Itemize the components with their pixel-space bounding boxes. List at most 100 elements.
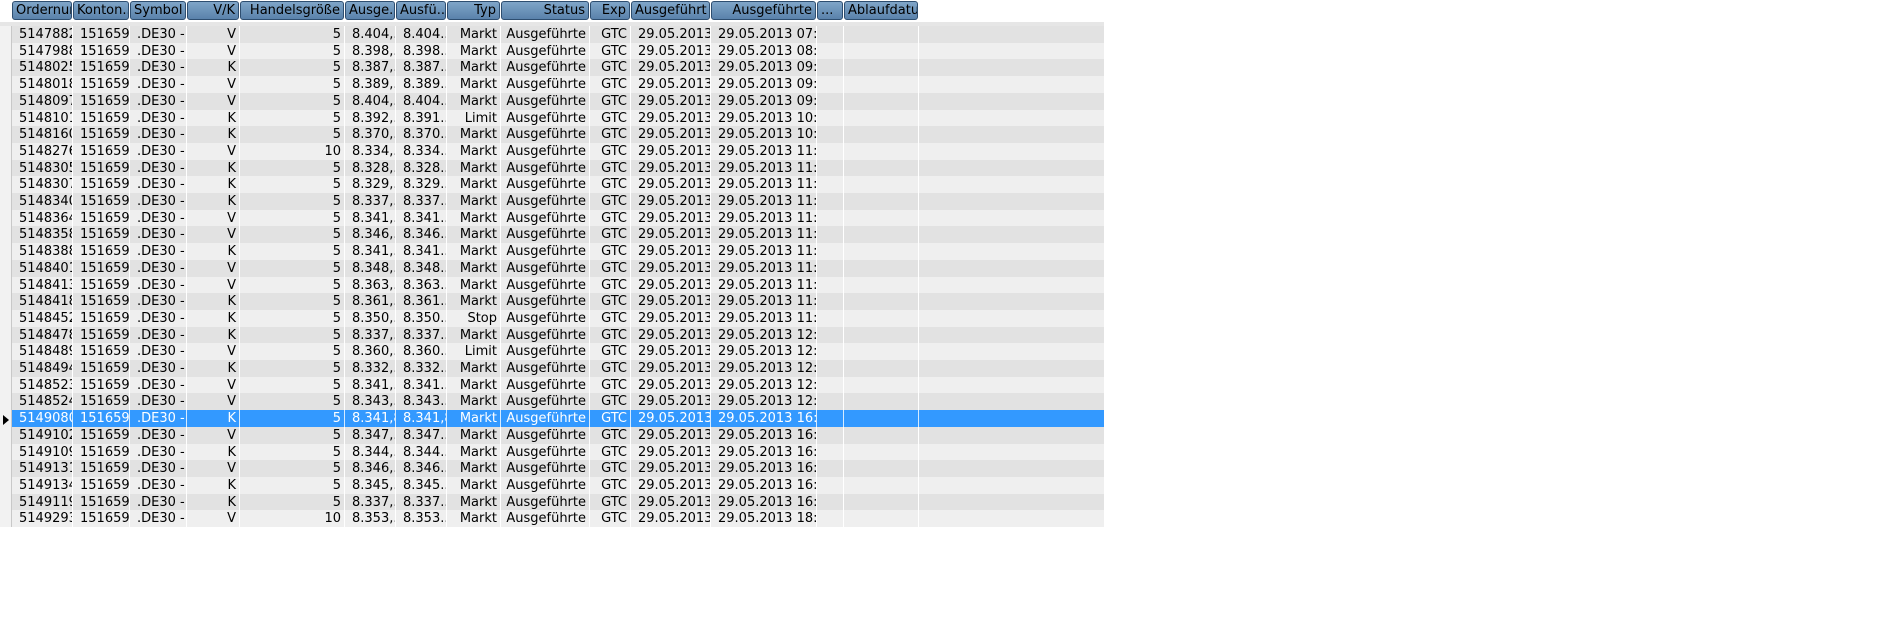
cell-ausfuehrungspreis[interactable]: 8.341... <box>396 243 446 260</box>
table-row[interactable]: 5149131...151659....DE30 -...V58.346,...… <box>0 460 1104 478</box>
row-selector[interactable] <box>0 493 12 511</box>
cell-extra[interactable] <box>817 143 843 160</box>
cell-exp[interactable]: GTC <box>590 460 630 477</box>
cell-kontonummer[interactable]: 151659... <box>73 226 129 243</box>
table-row[interactable]: 5148478...151659....DE30 -...K58.337,...… <box>0 326 1104 344</box>
cell-ausgefuehrte[interactable]: 29.05.2013 16:32... <box>711 460 816 477</box>
cell-exp[interactable]: GTC <box>590 360 630 377</box>
cell-v-k[interactable]: K <box>187 293 239 310</box>
cell-ausgefuehrt[interactable]: 29.05.2013 ... <box>631 110 710 127</box>
cell-extra[interactable] <box>817 293 843 310</box>
cell-v-k[interactable]: V <box>187 210 239 227</box>
cell-ausfuehrungspreis[interactable]: 8.345... <box>396 477 446 494</box>
cell-status[interactable]: Ausgeführte <box>501 327 589 344</box>
row-selector[interactable] <box>0 276 12 294</box>
cell-ordernummer[interactable]: 5148305... <box>12 160 72 177</box>
cell-ausfuehrungspreis[interactable]: 8.360... <box>396 343 446 360</box>
cell-symbol[interactable]: .DE30 -... <box>130 76 186 93</box>
cell-ausgefuehrter-preis[interactable]: 8.337,... <box>345 494 395 511</box>
cell-status[interactable]: Ausgeführte <box>501 226 589 243</box>
column-header-ablaufdatum[interactable]: Ablaufdatum <box>844 1 918 20</box>
cell-ausgefuehrt[interactable]: 29.05.2013 ... <box>631 393 710 410</box>
cell-ablaufdatum[interactable] <box>844 393 918 410</box>
cell-ausgefuehrte[interactable]: 29.05.2013 11:26... <box>711 260 816 277</box>
cell-ausgefuehrter-preis[interactable]: 8.328,... <box>345 160 395 177</box>
cell-v-k[interactable]: K <box>187 126 239 143</box>
cell-exp[interactable]: GTC <box>590 126 630 143</box>
cell-ausgefuehrter-preis[interactable]: 8.332,... <box>345 360 395 377</box>
cell-v-k[interactable]: K <box>187 110 239 127</box>
cell-kontonummer[interactable]: 151659... <box>73 243 129 260</box>
cell-typ[interactable]: Markt <box>447 243 500 260</box>
cell-ausgefuehrter-preis[interactable]: 8.344,... <box>345 444 395 461</box>
cell-typ[interactable]: Markt <box>447 327 500 344</box>
cell-handelsgroesse[interactable]: 5 <box>240 93 344 110</box>
table-row[interactable]: 5149109...151659....DE30 -...K58.344,...… <box>0 443 1104 461</box>
cell-ordernummer[interactable]: 5149293... <box>12 510 72 527</box>
cell-status[interactable]: Ausgeführte <box>501 444 589 461</box>
cell-ordernummer[interactable]: 5148358... <box>12 226 72 243</box>
cell-exp[interactable]: GTC <box>590 510 630 527</box>
cell-ausfuehrungspreis[interactable]: 8.334... <box>396 143 446 160</box>
cell-v-k[interactable]: K <box>187 494 239 511</box>
cell-exp[interactable]: GTC <box>590 444 630 461</box>
cell-ausgefuehrte[interactable]: 29.05.2013 11:12... <box>711 210 816 227</box>
cell-kontonummer[interactable]: 151659... <box>73 360 129 377</box>
cell-status[interactable]: Ausgeführte <box>501 176 589 193</box>
cell-ausfuehrungspreis[interactable]: 8.337... <box>396 193 446 210</box>
cell-status[interactable]: Ausgeführte <box>501 277 589 294</box>
cell-extra[interactable] <box>817 360 843 377</box>
cell-ausgefuehrt[interactable]: 29.05.2013 ... <box>631 260 710 277</box>
cell-status[interactable]: Ausgeführte <box>501 460 589 477</box>
cell-ordernummer[interactable]: 5148452... <box>12 310 72 327</box>
table-row[interactable]: 5148160...151659....DE30 -...K58.370,...… <box>0 126 1104 144</box>
cell-extra[interactable] <box>817 427 843 444</box>
cell-handelsgroesse[interactable]: 5 <box>240 126 344 143</box>
cell-ausfuehrungspreis[interactable]: 8.343... <box>396 393 446 410</box>
table-row[interactable]: 5148307...151659....DE30 -...K58.329,...… <box>0 176 1104 194</box>
cell-ablaufdatum[interactable] <box>844 43 918 60</box>
cell-ordernummer[interactable]: 5148523... <box>12 377 72 394</box>
cell-kontonummer[interactable]: 151659... <box>73 143 129 160</box>
cell-ausfuehrungspreis[interactable]: 8.346... <box>396 460 446 477</box>
cell-v-k[interactable]: K <box>187 327 239 344</box>
cell-ausfuehrungspreis[interactable]: 8.389... <box>396 76 446 93</box>
cell-ordernummer[interactable]: 5149119... <box>12 494 72 511</box>
cell-ausgefuehrter-preis[interactable]: 8.341,... <box>345 210 395 227</box>
cell-ausgefuehrte[interactable]: 29.05.2013 11:23... <box>711 243 816 260</box>
cell-extra[interactable] <box>817 176 843 193</box>
cell-typ[interactable]: Markt <box>447 444 500 461</box>
cell-ausgefuehrte[interactable]: 29.05.2013 11:04... <box>711 160 816 177</box>
cell-exp[interactable]: GTC <box>590 193 630 210</box>
cell-exp[interactable]: GTC <box>590 160 630 177</box>
cell-ablaufdatum[interactable] <box>844 460 918 477</box>
table-row[interactable]: 5148276...151659....DE30 -...V108.334,..… <box>0 142 1104 160</box>
cell-ausgefuehrter-preis[interactable]: 8.370,... <box>345 126 395 143</box>
cell-v-k[interactable]: V <box>187 26 239 43</box>
cell-typ[interactable]: Markt <box>447 43 500 60</box>
cell-ablaufdatum[interactable] <box>844 343 918 360</box>
row-selector[interactable] <box>0 59 12 77</box>
cell-ordernummer[interactable]: 5148413... <box>12 277 72 294</box>
table-row[interactable]: 5148388...151659....DE30 -...K58.341,...… <box>0 243 1104 261</box>
cell-ausfuehrungspreis[interactable]: 8.404... <box>396 26 446 43</box>
cell-ausfuehrungspreis[interactable]: 8.361... <box>396 293 446 310</box>
cell-ausfuehrungspreis[interactable]: 8.341... <box>396 210 446 227</box>
cell-status[interactable]: Ausgeführte <box>501 477 589 494</box>
cell-ausgefuehrt[interactable]: 29.05.2013 ... <box>631 377 710 394</box>
cell-kontonummer[interactable]: 151659... <box>73 160 129 177</box>
row-selector[interactable] <box>0 42 12 60</box>
cell-ausgefuehrt[interactable]: 29.05.2013 ... <box>631 226 710 243</box>
cell-typ[interactable]: Markt <box>447 377 500 394</box>
table-row[interactable]: 5148489...151659....DE30 -...V58.360,...… <box>0 343 1104 361</box>
cell-ordernummer[interactable]: 5148025... <box>12 59 72 76</box>
column-header-ausgefuehrt[interactable]: Ausgeführt▲ <box>631 1 710 20</box>
cell-exp[interactable]: GTC <box>590 494 630 511</box>
table-row[interactable]: 5148524...151659....DE30 -...V58.343,...… <box>0 393 1104 411</box>
cell-handelsgroesse[interactable]: 5 <box>240 293 344 310</box>
cell-ablaufdatum[interactable] <box>844 310 918 327</box>
cell-ausfuehrungspreis[interactable]: 8.353... <box>396 510 446 527</box>
cell-extra[interactable] <box>817 193 843 210</box>
cell-v-k[interactable]: V <box>187 393 239 410</box>
cell-ordernummer[interactable]: 5148097... <box>12 93 72 110</box>
